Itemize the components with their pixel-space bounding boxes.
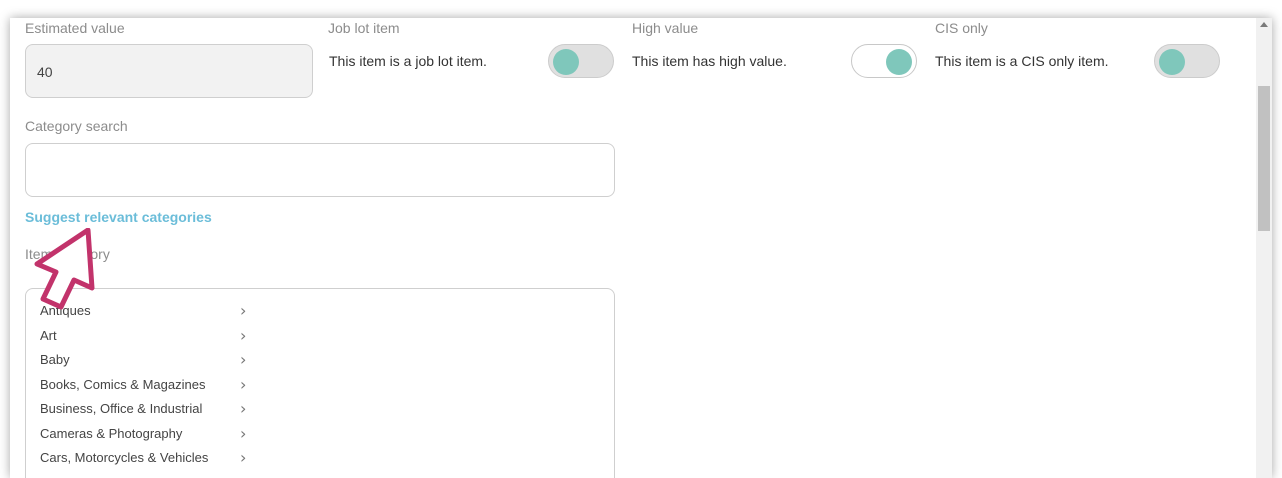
toggle-knob: [1159, 49, 1185, 75]
scroll-up-arrow-icon[interactable]: [1260, 22, 1268, 27]
estimated-value-input[interactable]: 40: [25, 44, 313, 98]
category-label: Cars, Motorcycles & Vehicles: [40, 450, 209, 465]
toggle-knob: [886, 49, 912, 75]
chevron-right-icon: ›: [240, 350, 247, 369]
job-lot-label: Job lot item: [328, 20, 400, 36]
chevron-right-icon: ›: [240, 399, 247, 418]
chevron-right-icon: ›: [240, 448, 247, 467]
category-label: Books, Comics & Magazines: [40, 377, 206, 392]
category-item-cars-motorcycles-vehicles[interactable]: Cars, Motorcycles & Vehicles ›: [26, 445, 256, 469]
high-value-label: High value: [632, 20, 699, 36]
chevron-right-icon: ›: [240, 326, 247, 345]
category-label: Baby: [40, 352, 70, 367]
page-scrollbar[interactable]: [1256, 18, 1272, 478]
category-item-business-office-industrial[interactable]: Business, Office & Industrial ›: [26, 396, 256, 420]
job-lot-description: This item is a job lot item.: [329, 53, 487, 69]
chevron-right-icon: ›: [240, 424, 247, 443]
toggle-knob: [553, 49, 579, 75]
suggest-categories-link[interactable]: Suggest relevant categories: [25, 209, 212, 225]
category-label: Cameras & Photography: [40, 426, 183, 441]
chevron-right-icon: ›: [240, 301, 247, 320]
category-label: Business, Office & Industrial: [40, 401, 203, 416]
category-item-baby[interactable]: Baby ›: [26, 347, 256, 371]
category-label: Art: [40, 328, 57, 343]
category-search-label: Category search: [25, 118, 128, 134]
category-search-input[interactable]: [25, 143, 615, 197]
item-form-panel: Estimated value 40 Job lot item This ite…: [10, 18, 1272, 478]
high-value-description: This item has high value.: [632, 53, 787, 69]
category-item-cameras-photography[interactable]: Cameras & Photography ›: [26, 421, 256, 445]
high-value-toggle[interactable]: [851, 44, 917, 78]
cis-only-label: CIS only: [935, 20, 988, 36]
category-item-books-comics-magazines[interactable]: Books, Comics & Magazines ›: [26, 372, 256, 396]
estimated-value-label: Estimated value: [25, 20, 125, 36]
pointer-arrow-icon: [34, 228, 95, 310]
job-lot-toggle[interactable]: [548, 44, 614, 78]
estimated-value-text: 40: [37, 64, 53, 80]
scroll-thumb[interactable]: [1258, 86, 1270, 231]
category-list: Antiques › Art › Baby › Books, Comics & …: [25, 288, 615, 478]
chevron-right-icon: ›: [240, 375, 247, 394]
cis-only-toggle[interactable]: [1154, 44, 1220, 78]
cis-only-description: This item is a CIS only item.: [935, 53, 1109, 69]
